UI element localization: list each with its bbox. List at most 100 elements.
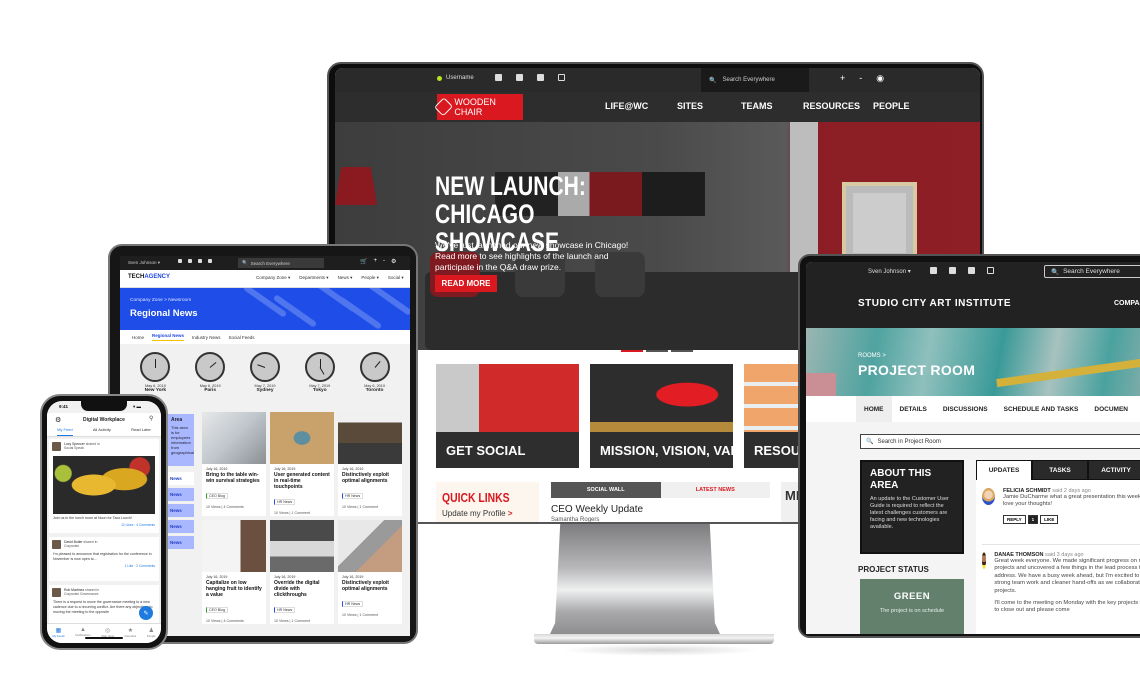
breadcrumb[interactable]: ROOMS > <box>858 353 886 359</box>
chat-icon[interactable] <box>495 74 502 81</box>
reply-button[interactable]: REPLY <box>1003 514 1026 524</box>
tab-details[interactable]: DETAILS <box>892 396 935 422</box>
card-tag[interactable]: CEO Blog <box>206 493 228 499</box>
subnav-regional-news[interactable]: Regional News <box>152 333 185 341</box>
task-icon[interactable] <box>949 267 956 274</box>
nav-item-teams[interactable]: TEAMS <box>741 101 803 111</box>
tab-social-wall[interactable]: SOCIAL WALL <box>551 482 661 498</box>
settings-icon[interactable]: ⚙ <box>55 416 61 424</box>
card-title: Override the digital divide with clickth… <box>274 580 320 598</box>
nav-item-resources[interactable]: RESOURCES <box>803 101 873 111</box>
tab-home[interactable]: HOME <box>856 396 892 422</box>
read-more-button[interactable]: READ MORE <box>435 275 497 292</box>
global-search-input[interactable]: 🔍 Search Everywhere <box>1044 265 1140 278</box>
status-time: 9:41 <box>59 404 69 409</box>
nav-item-sites[interactable]: SITES <box>677 101 741 111</box>
brand-title[interactable]: STUDIO CITY ART INSTITUTE <box>858 298 1011 309</box>
monitor-stand-base <box>534 634 774 644</box>
page-title: Regional News <box>130 308 198 319</box>
task-icon[interactable] <box>188 259 192 263</box>
feed-post[interactable]: Lucy Spencer shared in Social Speak Join … <box>49 439 159 533</box>
nav-company-zone[interactable]: Company Zone ▾ <box>256 275 290 281</box>
nav-item-people[interactable]: PEOPLE <box>873 101 910 111</box>
global-search-input[interactable]: 🔍 Search Everywhere <box>701 68 809 92</box>
add-icon[interactable]: + <box>840 73 845 84</box>
user-menu[interactable]: Sven Johnson ▾ <box>868 268 911 275</box>
nav-people[interactable]: ♟ People <box>147 627 156 643</box>
nav-item-company[interactable]: COMPAN <box>1114 300 1140 307</box>
card-tag[interactable]: CEO Blog <box>206 607 228 613</box>
minus-icon[interactable]: - <box>383 258 385 265</box>
tab-all-activity[interactable]: All Activity <box>93 427 111 436</box>
subnav-social-feeds[interactable]: Social Feeds <box>229 335 255 340</box>
calendar-icon[interactable] <box>968 267 975 274</box>
nav-social[interactable]: Social ▾ <box>388 275 404 281</box>
status-text: The project is on schedule <box>879 608 945 614</box>
compose-fab-button[interactable]: ✎ <box>139 606 153 620</box>
subnav-industry-news[interactable]: Industry News <box>192 335 221 340</box>
post-meta[interactable]: 12 Likes · 4 Comments <box>49 521 159 529</box>
sync-icon[interactable] <box>208 259 212 263</box>
breadcrumb[interactable]: Company Zone > Newsroom <box>130 298 191 303</box>
global-search-input[interactable]: 🔍 Search Everywhere <box>238 258 324 268</box>
compose-icon[interactable] <box>987 267 994 274</box>
post-meta[interactable]: 1 Like · 2 Comments <box>49 562 159 570</box>
compose-icon[interactable] <box>558 74 565 81</box>
post-space: Corporate Governance <box>64 592 99 596</box>
tab-read-later[interactable]: Read Later <box>131 427 151 436</box>
tile-get-social[interactable]: GET SOCIAL <box>436 364 579 468</box>
add-icon[interactable]: + <box>373 258 377 265</box>
carousel-dot[interactable] <box>621 350 643 352</box>
like-button[interactable]: LIKE <box>1040 514 1059 524</box>
settings-icon[interactable]: ◉ <box>876 73 884 84</box>
chat-icon[interactable] <box>930 267 937 274</box>
news-card[interactable]: July 16, 2019 Bring to the table win-win… <box>202 412 266 516</box>
tab-discussions[interactable]: DISCUSSIONS <box>935 396 996 422</box>
user-menu[interactable]: Username <box>437 75 474 81</box>
carousel-dot[interactable] <box>671 350 693 352</box>
tile-mission[interactable]: MISSION, VISION, VALUES <box>590 364 733 468</box>
news-card[interactable]: July 16, 2019 User generated content in … <box>270 412 334 516</box>
chat-icon[interactable] <box>178 259 182 263</box>
task-icon[interactable] <box>516 74 523 81</box>
card-tag[interactable]: HR News <box>342 601 364 607</box>
tab-updates[interactable]: UPDATES <box>976 460 1032 480</box>
news-card[interactable]: July 16, 2019 Distinctively exploit opti… <box>338 520 402 624</box>
feed-post[interactable]: David Butler shared in Corporate I'm plea… <box>49 537 159 581</box>
nav-web-view[interactable]: ◎ Web View <box>101 627 114 643</box>
nav-departments[interactable]: Departments ▾ <box>299 275 328 281</box>
wooden-chair-logo[interactable]: WOODEN CHAIR <box>434 94 523 120</box>
quick-link-update-profile[interactable]: Update my Profile > <box>442 509 533 518</box>
card-tag[interactable]: HR News <box>274 607 296 613</box>
card-tag[interactable]: HR News <box>342 493 364 499</box>
tab-latest-news[interactable]: LATEST NEWS <box>660 482 770 498</box>
tab-documents[interactable]: DOCUMEN <box>1086 396 1136 422</box>
desktop-topbar: Username 🔍 Search Everywhere + - ◉ <box>335 68 980 92</box>
tab-tasks[interactable]: TASKS <box>1032 460 1088 480</box>
techagency-logo[interactable]: TECHAGENCY <box>128 274 170 280</box>
card-tag[interactable]: HR News <box>274 499 296 505</box>
user-menu[interactable]: Sven Johnson ▾ <box>128 260 160 266</box>
carousel-dot[interactable] <box>646 350 668 352</box>
news-card[interactable]: July 16, 2019 Override the digital divid… <box>270 520 334 624</box>
calendar-icon[interactable] <box>537 74 544 81</box>
nav-notifications[interactable]: ▲ Notifications <box>75 627 90 643</box>
news-card[interactable]: July 16, 2019 Distinctively exploit opti… <box>338 412 402 516</box>
minus-icon[interactable]: - <box>859 73 862 84</box>
room-search-input[interactable]: 🔍 Search in Project Room <box>860 434 1140 449</box>
cart-icon[interactable]: 🛒 <box>360 258 367 265</box>
settings-icon[interactable]: ⚙ <box>391 258 396 265</box>
subnav-home[interactable]: Home <box>132 335 144 340</box>
tab-activity[interactable]: ACTIVITY <box>1088 460 1140 480</box>
nav-news[interactable]: News ▾ <box>338 275 353 281</box>
post-title[interactable]: CEO Weekly Update <box>551 504 643 515</box>
tab-my-feed[interactable]: My Feed <box>57 427 73 436</box>
news-card[interactable]: July 16, 2019 Capitalize on low hanging … <box>202 520 266 624</box>
nav-favorites[interactable]: ★ Favorites <box>125 627 137 643</box>
nav-my-feeds[interactable]: ▦ My Feeds <box>52 627 64 643</box>
tab-schedule[interactable]: SCHEDULE AND TASKS <box>996 396 1087 422</box>
calendar-icon[interactable] <box>198 259 202 263</box>
nav-people[interactable]: People ▾ <box>361 275 379 281</box>
nav-item-life[interactable]: LIFE@WC <box>605 101 677 111</box>
search-icon[interactable]: ⚲ <box>149 415 153 422</box>
